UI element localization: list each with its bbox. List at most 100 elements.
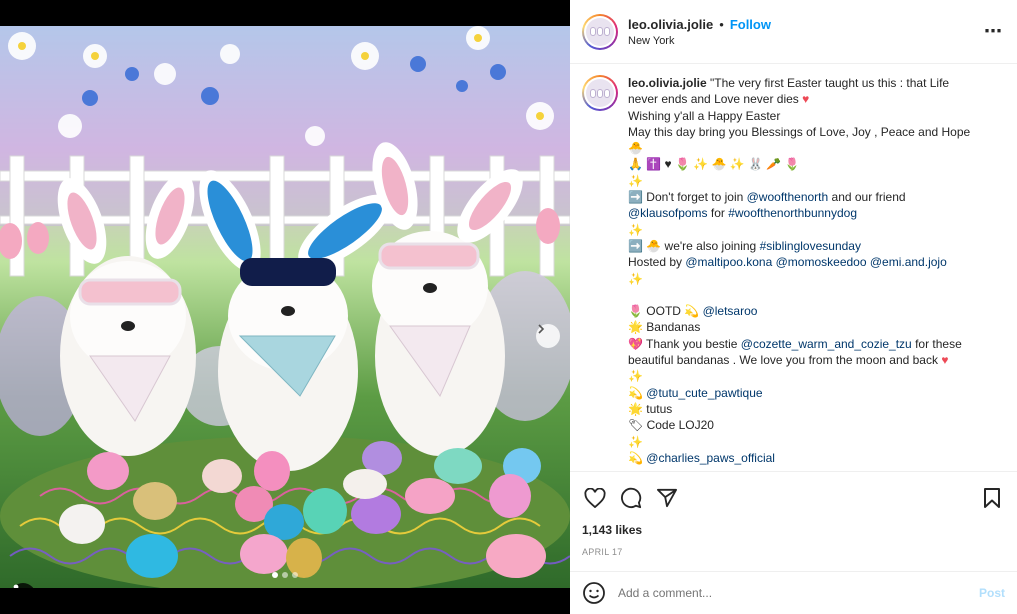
post-header: leo.olivia.jolie • Follow New York ⋯ — [570, 0, 1017, 64]
caption-text: 💫 — [628, 450, 647, 465]
caption-text: May this day bring you Blessings of Love… — [628, 124, 971, 139]
mention-link[interactable]: @charlies_paws_official — [646, 451, 775, 465]
caption-text: Hosted by — [628, 255, 686, 270]
likes-count[interactable]: 1,143 likes — [582, 523, 1005, 537]
location-link[interactable]: New York — [628, 35, 771, 47]
mention-link[interactable]: @maltipoo.kona — [685, 255, 772, 269]
easter-dogs-photo — [0, 26, 570, 588]
avatar[interactable] — [582, 13, 618, 50]
caption-line: 🙏 ✝️ ♥ 🌷 ✨ 🐣 ✨ 🐰 🥕 🌷 — [628, 156, 970, 172]
caption-text: beautiful bandanas . We love you from th… — [628, 353, 942, 368]
caption-text: 🌟 tutus — [628, 401, 673, 416]
caption-text: Wishing y'all a Happy Easter — [628, 108, 781, 123]
comment-icon — [621, 487, 642, 509]
mention-link[interactable]: @emi.and.jojo — [870, 255, 947, 269]
caption-line: beautiful bandanas . We love you from th… — [628, 352, 970, 368]
caption-avatar[interactable] — [582, 75, 618, 111]
caption-line: Hosted by @maltipoo.kona @momoskeedoo @e… — [628, 254, 970, 270]
comment-input[interactable] — [618, 586, 979, 600]
caption-line: 🌟 tutus — [628, 401, 970, 417]
caption-line: 🌟 Bandanas — [628, 319, 970, 335]
post-side-panel: leo.olivia.jolie • Follow New York ⋯ leo… — [570, 0, 1017, 614]
caption-text: 🐣 — [628, 141, 643, 156]
caption-text: ➡️ Don't forget to join — [628, 190, 747, 205]
caption-line: 🏷 Code LOJ20 — [628, 417, 970, 433]
paper-plane-icon — [657, 488, 677, 508]
caption-text: for — [707, 206, 729, 221]
mention-link[interactable]: @tutu_cute_pawtique — [646, 386, 762, 400]
save-button[interactable] — [979, 485, 1005, 511]
carousel-dot — [292, 572, 298, 578]
carousel-next-button[interactable] — [536, 324, 560, 348]
more-options-icon[interactable]: ⋯ — [984, 21, 1003, 42]
caption-line: ✨ — [628, 368, 970, 384]
separator-dot: • — [719, 16, 724, 32]
caption-scroll-area[interactable]: leo.olivia.jolie "The very first Easter … — [570, 65, 1017, 470]
caption-line: ➡️ Don't forget to join @woofthenorth an… — [628, 189, 970, 205]
share-button[interactable] — [654, 485, 680, 511]
caption-line: ✨ — [628, 271, 970, 287]
caption-line: 💫 @tutu_cute_pawtique — [628, 385, 970, 401]
caption-text: 🏷 Code LOJ20 — [628, 418, 714, 433]
caption-line: 🐣 — [628, 140, 970, 156]
caption-line: Wishing y'all a Happy Easter — [628, 108, 970, 124]
caption-line: ✨ — [628, 434, 970, 450]
caption-text: ✨ — [628, 173, 643, 188]
caption-text: ➡️ 🐣 we're also joining — [628, 238, 760, 253]
heart-emoji: ♥ — [802, 92, 810, 107]
carousel-dot — [272, 572, 278, 578]
caption-text: 🌟 Bandanas — [628, 320, 701, 335]
chevron-right-icon — [538, 324, 545, 334]
caption-line: 💖 Thank you bestie @cozette_warm_and_coz… — [628, 336, 970, 352]
caption-text: 💖 Thank you bestie — [628, 336, 741, 351]
bookmark-icon — [984, 488, 1000, 508]
mention-link[interactable]: @woofthenorth — [747, 190, 829, 204]
hashtag-link[interactable]: #siblinglovesunday — [760, 239, 861, 253]
like-button[interactable] — [582, 485, 608, 511]
heart-emoji: ♥ — [941, 353, 949, 368]
caption-text: for these — [911, 336, 962, 351]
username-link[interactable]: leo.olivia.jolie — [628, 17, 713, 32]
media-backdrop-top — [0, 0, 570, 26]
post-comment-button[interactable]: Post — [979, 586, 1005, 600]
caption-line: 💫 @charlies_paws_official — [628, 450, 970, 466]
caption-text: and our friend — [828, 190, 906, 205]
media-backdrop-bottom — [0, 588, 570, 614]
mention-link[interactable]: @klausofpoms — [628, 206, 708, 220]
post-date[interactable]: APRIL 17 — [582, 547, 1005, 557]
caption-username[interactable]: leo.olivia.jolie — [628, 76, 707, 90]
caption-line: @klausofpoms for #woofthenorthbunnydog — [628, 205, 970, 221]
caption-text: never ends and Love never dies — [628, 92, 803, 107]
caption-line: 🌷 OOTD 💫 @letsaroo — [628, 303, 970, 319]
hashtag-link[interactable]: #woofthenorthbunnydog — [728, 206, 857, 220]
actions-section: 1,143 likes APRIL 17 — [570, 471, 1017, 571]
caption-line: never ends and Love never dies ♥ — [628, 91, 970, 107]
comment-button[interactable] — [618, 485, 644, 511]
caption-text: "The very first Easter taught us this : … — [710, 76, 950, 90]
heart-icon — [584, 488, 606, 508]
caption-text: 🙏 ✝️ ♥ 🌷 ✨ 🐣 ✨ 🐰 🥕 🌷 — [628, 157, 800, 172]
caption-line — [628, 287, 970, 303]
mention-link[interactable]: @momoskeedoo — [776, 255, 867, 269]
carousel-indicator — [0, 572, 570, 578]
emoji-icon[interactable] — [582, 581, 606, 605]
caption-text: ✨ — [628, 369, 643, 384]
caption-text: ✨ — [628, 434, 643, 449]
caption-line: leo.olivia.jolie "The very first Easter … — [628, 75, 970, 91]
caption-line: ➡️ 🐣 we're also joining #siblinglovesund… — [628, 238, 970, 254]
avatar-image — [586, 79, 614, 107]
post-caption: leo.olivia.jolie "The very first Easter … — [628, 75, 970, 466]
caption-line: ✨ — [628, 222, 970, 238]
caption-text: ✨ — [628, 271, 643, 286]
caption-text: 🌷 OOTD 💫 — [628, 304, 703, 319]
carousel-dot — [282, 572, 288, 578]
comment-bar: Post — [570, 571, 1017, 614]
follow-button[interactable]: Follow — [730, 17, 771, 32]
caption-line: ✨ — [628, 173, 970, 189]
post-image[interactable] — [0, 26, 570, 588]
caption-text: 💫 — [628, 385, 647, 400]
caption-line: May this day bring you Blessings of Love… — [628, 124, 970, 140]
mention-link[interactable]: @cozette_warm_and_cozie_tzu — [741, 337, 912, 351]
mention-link[interactable]: @letsaroo — [703, 304, 758, 318]
avatar-image — [586, 17, 614, 46]
